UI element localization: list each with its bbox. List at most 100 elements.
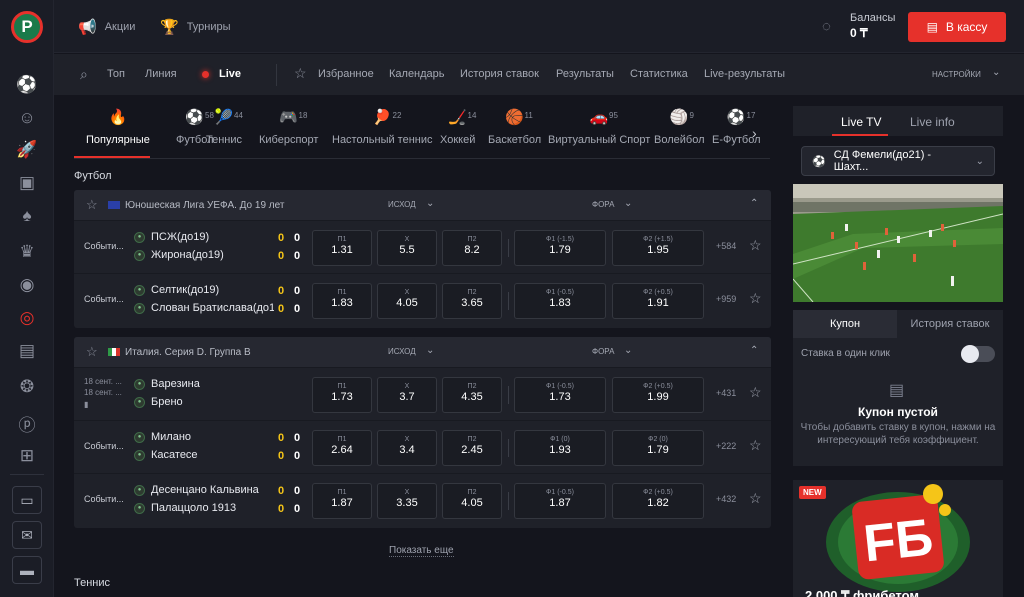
odd-p1[interactable]: П1 1.83	[312, 283, 372, 319]
tab-sport-popular[interactable]: 🔥 Популярные	[86, 108, 150, 146]
more-markets[interactable]: +432	[716, 494, 736, 504]
receipt-icon[interactable]: ▤	[15, 339, 39, 363]
tab-sport-hockey[interactable]: 🏒 14 Хоккей	[440, 108, 476, 146]
match-row[interactable]: Событи... ● ПСЖ(до19) ● Жирона(до19) 0 0 0 0 П1 1.…	[74, 220, 771, 273]
tab-sport-volleyball[interactable]: 🏐 9 Волейбол	[654, 108, 705, 146]
odd-draw[interactable]: Х 3.4	[377, 430, 437, 466]
favorite-star-icon[interactable]: ☆	[749, 384, 762, 401]
chevron-up-icon[interactable]: ⌃	[750, 345, 758, 356]
match-row[interactable]: Событи... ● Десенцано Кальвина ● Палаццоло 1…	[74, 473, 771, 526]
show-more-link[interactable]: Показать еще	[389, 545, 454, 557]
trophy-player-icon[interactable]: ♛	[15, 240, 39, 264]
league-header[interactable]: ☆ Юношеская Лига УЕФА. До 19 лет ИСХОД ⌄ ФОР…	[74, 190, 771, 220]
tab-live-tv[interactable]: Live TV	[841, 115, 881, 129]
nav-live-results[interactable]: Live-результаты	[704, 68, 785, 80]
odd-p2[interactable]: П2 4.35	[442, 377, 502, 413]
odd-draw[interactable]: Х 4.05	[377, 283, 437, 319]
tab-sport-esports[interactable]: 🎮 18 Киберспорт	[259, 108, 318, 146]
favorite-star-icon[interactable]: ☆	[749, 290, 762, 307]
nav-top[interactable]: Топ	[107, 68, 125, 80]
odd-p1[interactable]: П1 2.64	[312, 430, 372, 466]
nav-stats[interactable]: Статистика	[630, 68, 688, 80]
logo[interactable]: P	[11, 11, 43, 43]
odd-handicap-2[interactable]: Ф2 (+0.5) 1.91	[612, 283, 704, 319]
league-header[interactable]: ☆ Италия. Серия D. Группа B ИСХОД ⌄ ФОРА ⌄ ⌃	[74, 337, 771, 367]
odd-p2[interactable]: П2 4.05	[442, 483, 502, 519]
balance[interactable]: Балансы 0 ₸	[850, 11, 895, 41]
nav-calendar[interactable]: Календарь	[389, 68, 445, 80]
cash-button[interactable]: ▤ В кассу	[908, 12, 1006, 42]
chevron-up-icon[interactable]: ⌃	[750, 198, 758, 209]
odd-handicap-1[interactable]: Ф1 (-1.5) 1.79	[514, 230, 606, 266]
more-markets[interactable]: +959	[716, 294, 736, 304]
odd-handicap-1[interactable]: Ф1 (-0.5) 1.87	[514, 483, 606, 519]
wallet-icon[interactable]: ▬	[12, 556, 42, 584]
favorite-star-icon[interactable]: ☆	[749, 490, 762, 507]
football-icon[interactable]: ◉	[15, 273, 39, 297]
odd-handicap-2[interactable]: Ф2 (0) 1.79	[612, 430, 704, 466]
tab-sport-tennis[interactable]: 🎾 44 Теннис	[206, 108, 243, 146]
cards-icon[interactable]: ♠	[15, 204, 39, 228]
wheel-icon[interactable]: ❂	[15, 375, 39, 399]
odd-p1[interactable]: П1 1.87	[312, 483, 372, 519]
more-markets[interactable]: +222	[716, 441, 736, 451]
odd-p1[interactable]: П1 1.73	[312, 377, 372, 413]
match-row[interactable]: Событи... ● Селтик(до19) ● Слован Братислава…	[74, 273, 771, 326]
chevron-right-icon[interactable]: ›	[752, 125, 757, 141]
match-row[interactable]: 18 сент. ... 18 сент. ... ▮ ● Варезина ● Брено…	[74, 367, 771, 420]
odd-p2[interactable]: П2 2.45	[442, 430, 502, 466]
nav-results[interactable]: Результаты	[556, 68, 614, 80]
odd-handicap-2[interactable]: Ф2 (+1.5) 1.95	[612, 230, 704, 266]
odd-draw[interactable]: Х 5.5	[377, 230, 437, 266]
tab-coupon[interactable]: Купон	[793, 310, 897, 338]
odd-p2[interactable]: П2 3.65	[442, 283, 502, 319]
promo-banner[interactable]: NEW FБ 2 000 ₸ фрибетом	[793, 480, 1003, 597]
odd-handicap-1[interactable]: Ф1 (-0.5) 1.73	[514, 377, 606, 413]
nav-live[interactable]: Live	[219, 68, 241, 80]
sports-ball-icon[interactable]: ⚽	[15, 73, 39, 97]
star-icon[interactable]: ☆	[86, 344, 98, 360]
tab-sport-table-tennis[interactable]: 🏓 22 Настольный теннис	[332, 108, 433, 146]
chevron-down-icon[interactable]: ⌄	[624, 345, 632, 356]
chevron-down-icon[interactable]: ⌄	[624, 198, 632, 209]
nav-settings[interactable]: НАСТРОЙКИ	[932, 70, 981, 79]
rocket-icon[interactable]: 🚀	[15, 138, 39, 162]
odd-handicap-1[interactable]: Ф1 (0) 1.93	[514, 430, 606, 466]
promos-link[interactable]: 📢 Акции	[78, 18, 135, 36]
stats-icon[interactable]: ▮	[84, 400, 88, 409]
search-icon[interactable]: ⌕	[80, 66, 88, 83]
hide-balance-icon[interactable]: ◌	[822, 18, 831, 35]
chevron-down-icon[interactable]: ⌄	[426, 345, 434, 356]
odd-handicap-2[interactable]: Ф2 (+0.5) 1.99	[612, 377, 704, 413]
tab-sport-virtual-sport[interactable]: 🚗 95 Виртуальный Спорт	[548, 108, 650, 146]
nav-history[interactable]: История ставок	[460, 68, 539, 80]
match-row[interactable]: Событи... ● Милано ● Касатесе 0 0 0 0 П1 2.64 Х 3.4 П…	[74, 420, 771, 473]
more-markets[interactable]: +431	[716, 388, 736, 398]
user-support-icon[interactable]: ☺	[15, 106, 39, 130]
odd-handicap-2[interactable]: Ф2 (+0.5) 1.82	[612, 483, 704, 519]
tv-icon[interactable]: ▣	[15, 171, 39, 195]
p-coin-icon[interactable]: ⓟ	[15, 411, 39, 435]
one-click-toggle[interactable]	[961, 345, 995, 363]
favorite-star-icon[interactable]: ☆	[749, 237, 762, 254]
chevron-down-icon[interactable]: ⌄	[992, 67, 1000, 78]
tab-sport-basketball[interactable]: 🏀 11 Баскетбол	[488, 108, 541, 146]
chat-icon[interactable]: ✉	[12, 521, 42, 549]
odd-p2[interactable]: П2 8.2	[442, 230, 502, 266]
target-icon[interactable]: ◎	[15, 306, 39, 330]
star-icon[interactable]: ☆	[86, 197, 98, 213]
nav-line[interactable]: Линия	[145, 68, 177, 80]
favorite-star-icon[interactable]: ☆	[749, 437, 762, 454]
gift-icon[interactable]: ⊞	[15, 444, 39, 468]
more-markets[interactable]: +584	[716, 241, 736, 251]
live-video[interactable]	[793, 184, 1003, 302]
profile-card-icon[interactable]: ▭	[12, 486, 42, 514]
odd-handicap-1[interactable]: Ф1 (-0.5) 1.83	[514, 283, 606, 319]
tab-bet-history[interactable]: История ставок	[897, 310, 1003, 338]
tournaments-link[interactable]: 🏆 Турниры	[160, 18, 231, 36]
nav-favorites[interactable]: Избранное	[318, 68, 374, 80]
chevron-down-icon[interactable]: ⌄	[426, 198, 434, 209]
channel-select[interactable]: ⚽ СД Фемели(до21) - Шахт... ⌄	[801, 146, 995, 176]
odd-p1[interactable]: П1 1.31	[312, 230, 372, 266]
odd-draw[interactable]: Х 3.35	[377, 483, 437, 519]
